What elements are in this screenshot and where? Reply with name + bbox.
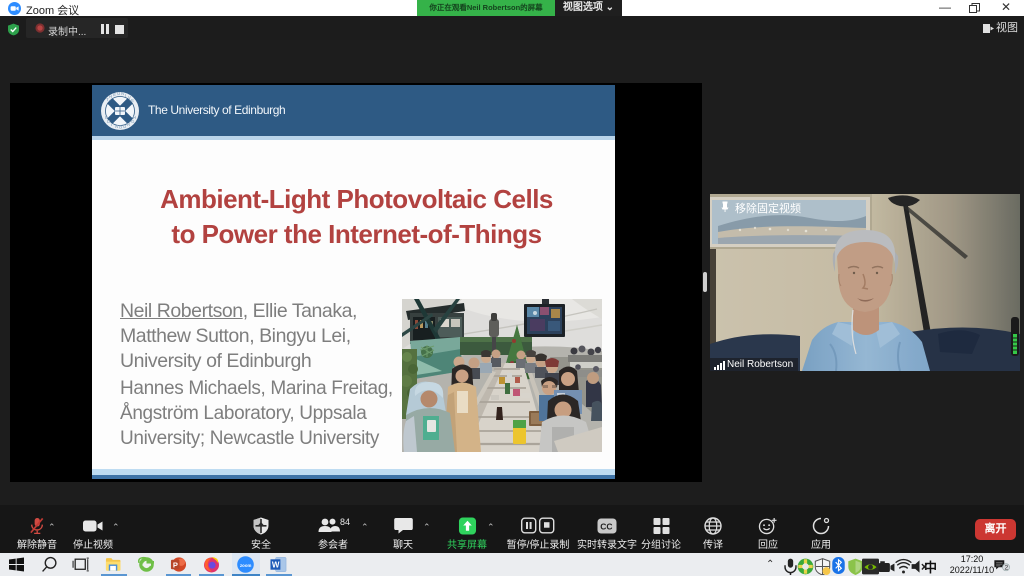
svg-text:W: W (272, 560, 280, 569)
svg-text:N: N (115, 124, 118, 129)
svg-text:D: D (107, 119, 110, 124)
svg-text:H: H (133, 115, 136, 120)
svg-text:E: E (113, 92, 116, 97)
svg-text:84: 84 (340, 517, 350, 527)
svg-text:U: U (117, 91, 120, 96)
svg-text:U: U (123, 124, 126, 129)
svg-text:H: H (109, 94, 112, 99)
svg-text:CC: CC (600, 522, 612, 532)
svg-text:E: E (131, 98, 134, 103)
svg-text:I: I (111, 122, 112, 127)
svg-text:2: 2 (1004, 565, 1008, 572)
svg-text:N: N (121, 91, 124, 96)
svg-text:P: P (173, 560, 178, 569)
svg-text:B: B (119, 125, 122, 130)
svg-text:I: I (125, 93, 126, 98)
svg-text:zoom: zoom (240, 563, 251, 568)
